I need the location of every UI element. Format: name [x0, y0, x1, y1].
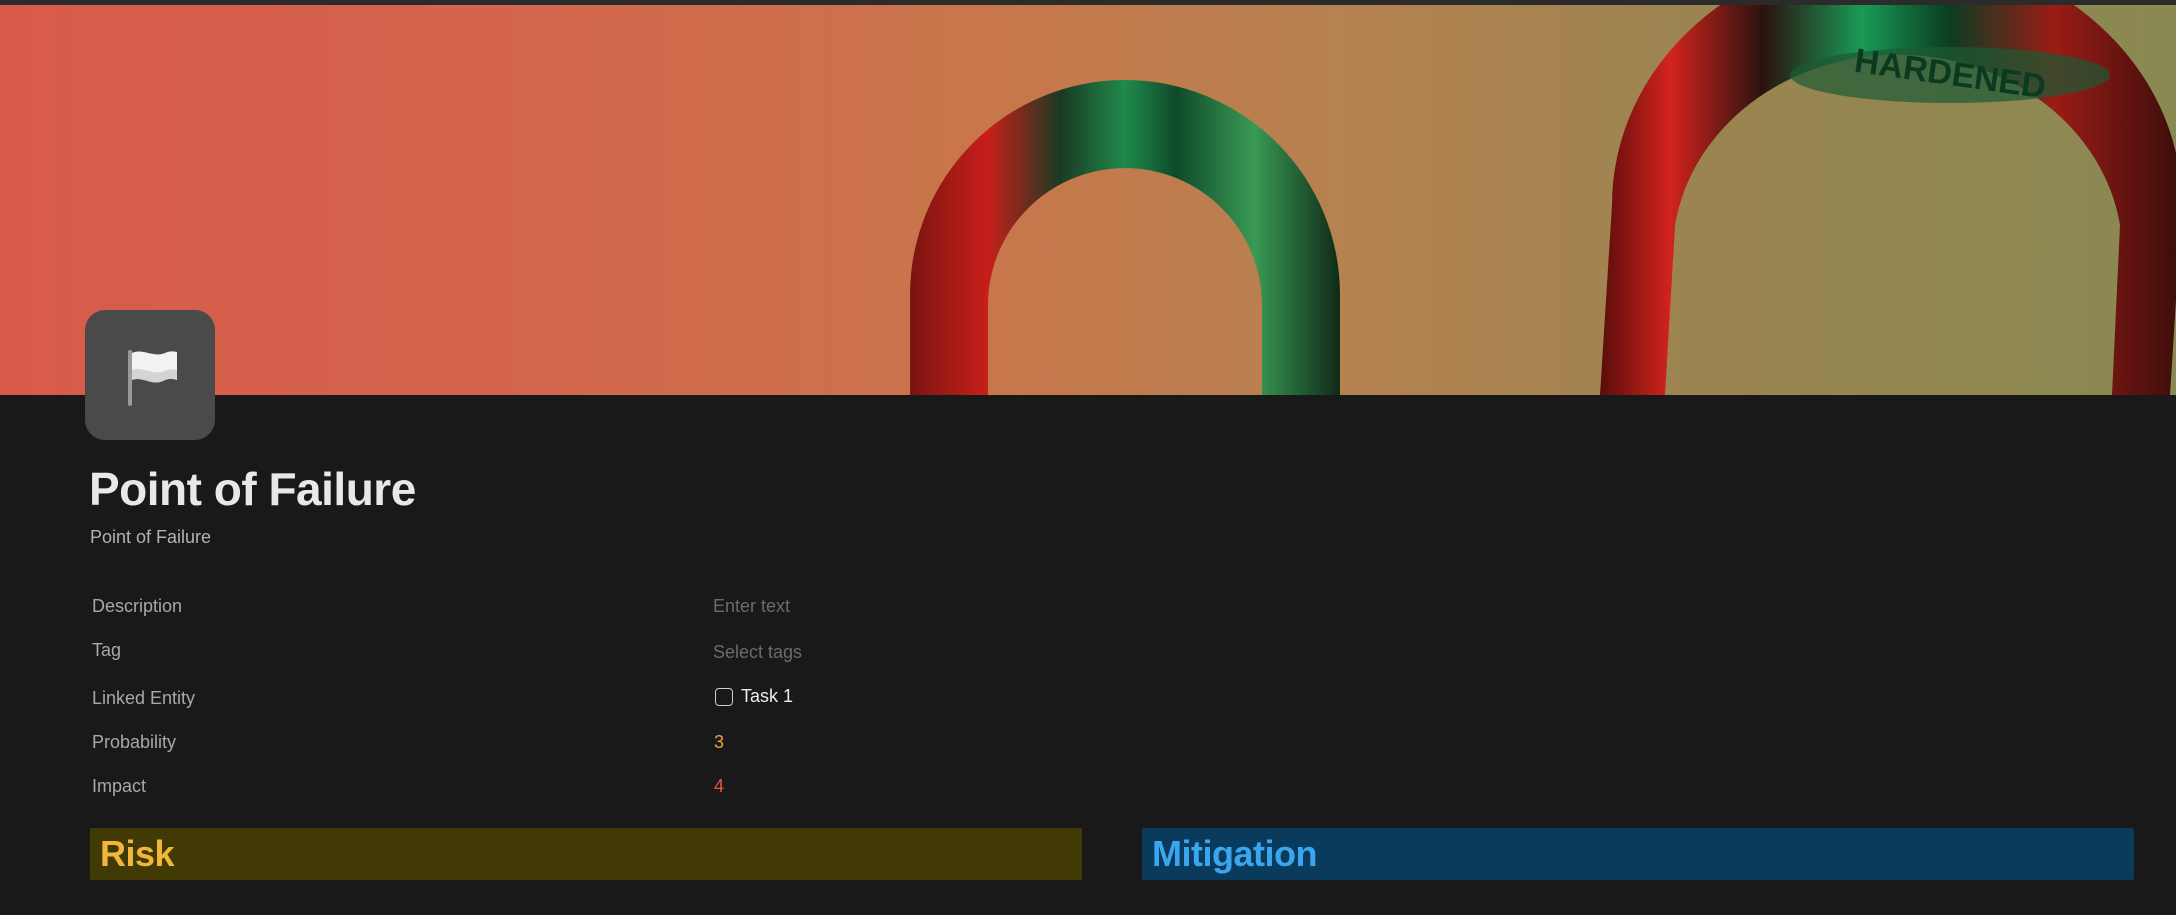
property-row-tag[interactable]: Tag Select tags: [92, 640, 992, 670]
property-label: Tag: [92, 640, 122, 660]
property-row-probability[interactable]: Probability 3: [92, 732, 992, 762]
description-input[interactable]: Enter text: [713, 596, 790, 617]
linked-task-item[interactable]: Task 1: [715, 686, 793, 707]
tag-select[interactable]: Select tags: [713, 642, 802, 663]
flag-icon: [128, 350, 177, 406]
padlock-cover-art: HARDENED: [910, 5, 2176, 395]
checkbox-icon[interactable]: [715, 687, 733, 706]
property-row-linked-entity[interactable]: Linked Entity Task 1: [92, 686, 992, 718]
mitigation-heading[interactable]: Mitigation: [1142, 828, 2134, 880]
property-label: Linked Entity: [92, 688, 196, 708]
impact-value[interactable]: 4: [714, 776, 724, 797]
page-title[interactable]: Point of Failure: [89, 462, 416, 516]
property-label: Description: [92, 596, 183, 616]
cover-image[interactable]: HARDENED: [0, 5, 2176, 395]
property-row-impact[interactable]: Impact 4: [92, 776, 992, 806]
linked-task-label[interactable]: Task 1: [741, 686, 793, 707]
property-label: Probability: [92, 732, 177, 752]
property-label: Impact: [92, 776, 147, 796]
risk-heading[interactable]: Risk: [90, 828, 1082, 880]
probability-value[interactable]: 3: [714, 732, 724, 753]
property-row-description[interactable]: Description Enter text: [92, 596, 992, 626]
page-icon[interactable]: [85, 310, 215, 440]
page-subtitle: Point of Failure: [90, 527, 212, 547]
